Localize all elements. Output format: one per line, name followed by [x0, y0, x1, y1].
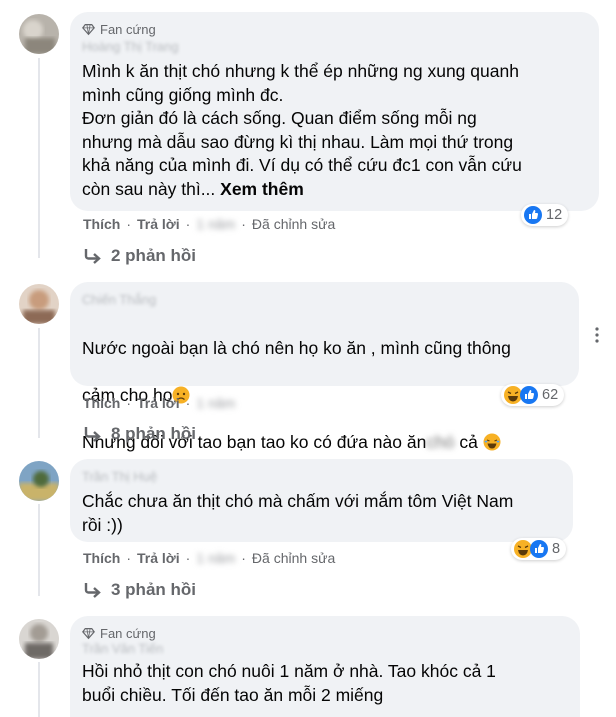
diamond-icon: [82, 628, 95, 640]
badge-label: Fan cứng: [100, 22, 156, 37]
reply-button[interactable]: Trả lời: [137, 550, 180, 566]
edited-label: Đã chỉnh sửa: [251, 550, 336, 566]
reply-arrow-icon: [84, 583, 101, 598]
like-button[interactable]: Thích: [83, 550, 120, 566]
reaction-summary[interactable]: 12: [521, 204, 569, 226]
reaction-count: 62: [542, 387, 559, 403]
comment-actions: Thích · Trả lời · 1 năm: [83, 395, 236, 411]
comment-text: Chắc chưa ăn thịt chó mà chấm với mắm tô…: [82, 491, 514, 535]
reply-button[interactable]: Trả lời: [137, 216, 180, 232]
fan-badge[interactable]: Fan cứng: [82, 626, 568, 641]
reaction-count: 12: [546, 207, 563, 223]
like-button[interactable]: Thích: [83, 395, 120, 411]
reaction-summary[interactable]: 62: [501, 384, 565, 406]
reaction-summary[interactable]: 8: [511, 538, 567, 560]
comment-bubble: Fan cứng Trần Văn Tiến Hồi nhỏ thịt con …: [70, 616, 580, 717]
thread-line: [38, 328, 40, 438]
like-reaction-icon: [530, 540, 548, 558]
author-name[interactable]: Hoàng Thị Trang: [82, 39, 587, 56]
comment-text: Mình k ăn thịt chó nhưng k thể ép những …: [82, 60, 587, 201]
timestamp[interactable]: 1 năm: [196, 216, 235, 232]
like-button[interactable]: Thích: [83, 216, 120, 232]
more-options-button[interactable]: [587, 325, 607, 345]
avatar[interactable]: [19, 619, 59, 659]
avatar[interactable]: [19, 14, 59, 54]
author-name[interactable]: Trần Thị Huệ: [82, 469, 561, 486]
author-name[interactable]: Trần Văn Tiến: [82, 641, 568, 658]
like-reaction-icon: [524, 206, 542, 224]
reply-button[interactable]: Trả lời: [137, 395, 180, 411]
fan-badge[interactable]: Fan cứng: [82, 22, 587, 37]
thread-line: [38, 662, 40, 717]
replies-count: 8 phản hồi: [111, 424, 196, 443]
comment-actions: Thích · Trả lời · 1 năm · Đã chỉnh sửa: [83, 216, 336, 232]
timestamp[interactable]: 1 năm: [196, 550, 235, 566]
view-replies-button[interactable]: 3 phản hồi: [83, 580, 196, 600]
comment-actions: Thích · Trả lời · 1 năm · Đã chỉnh sửa: [83, 550, 336, 566]
comment-line: Nước ngoài bạn là chó nên họ ko ăn , mìn…: [82, 337, 511, 358]
comment-bubble: Trần Thị Huệ Chắc chưa ăn thịt chó mà ch…: [70, 459, 573, 542]
reply-arrow-icon: [84, 427, 101, 442]
diamond-icon: [82, 24, 95, 36]
avatar[interactable]: [19, 284, 59, 324]
reaction-count: 8: [552, 541, 561, 557]
avatar[interactable]: [19, 461, 59, 501]
blurred-word: chó: [426, 431, 455, 452]
view-replies-button[interactable]: 2 phản hồi: [83, 246, 196, 266]
timestamp[interactable]: 1 năm: [196, 395, 235, 411]
thread-line: [38, 58, 40, 258]
thread-line: [38, 504, 40, 596]
laughing-emoji-icon: [483, 433, 501, 450]
comment-line: cả: [459, 431, 478, 452]
more-options-icon: [595, 327, 599, 343]
comment-text: Hồi nhỏ thịt con chó nuôi 1 năm ở nhà. T…: [82, 661, 496, 705]
reply-arrow-icon: [84, 249, 101, 264]
edited-label: Đã chỉnh sửa: [251, 216, 336, 232]
like-reaction-icon: [520, 386, 538, 404]
comment-bubble: Fan cứng Hoàng Thị Trang Mình k ăn thịt …: [70, 12, 599, 211]
replies-count: 3 phản hồi: [111, 580, 196, 599]
replies-count: 2 phản hồi: [111, 246, 196, 265]
comment-bubble: Chiến Thắng Nước ngoài bạn là chó nên họ…: [70, 282, 579, 452]
see-more-link[interactable]: Xem thêm: [220, 179, 304, 199]
badge-label: Fan cứng: [100, 626, 156, 641]
view-replies-button[interactable]: 8 phản hồi: [83, 424, 196, 444]
author-name[interactable]: Chiến Thắng: [82, 292, 567, 309]
